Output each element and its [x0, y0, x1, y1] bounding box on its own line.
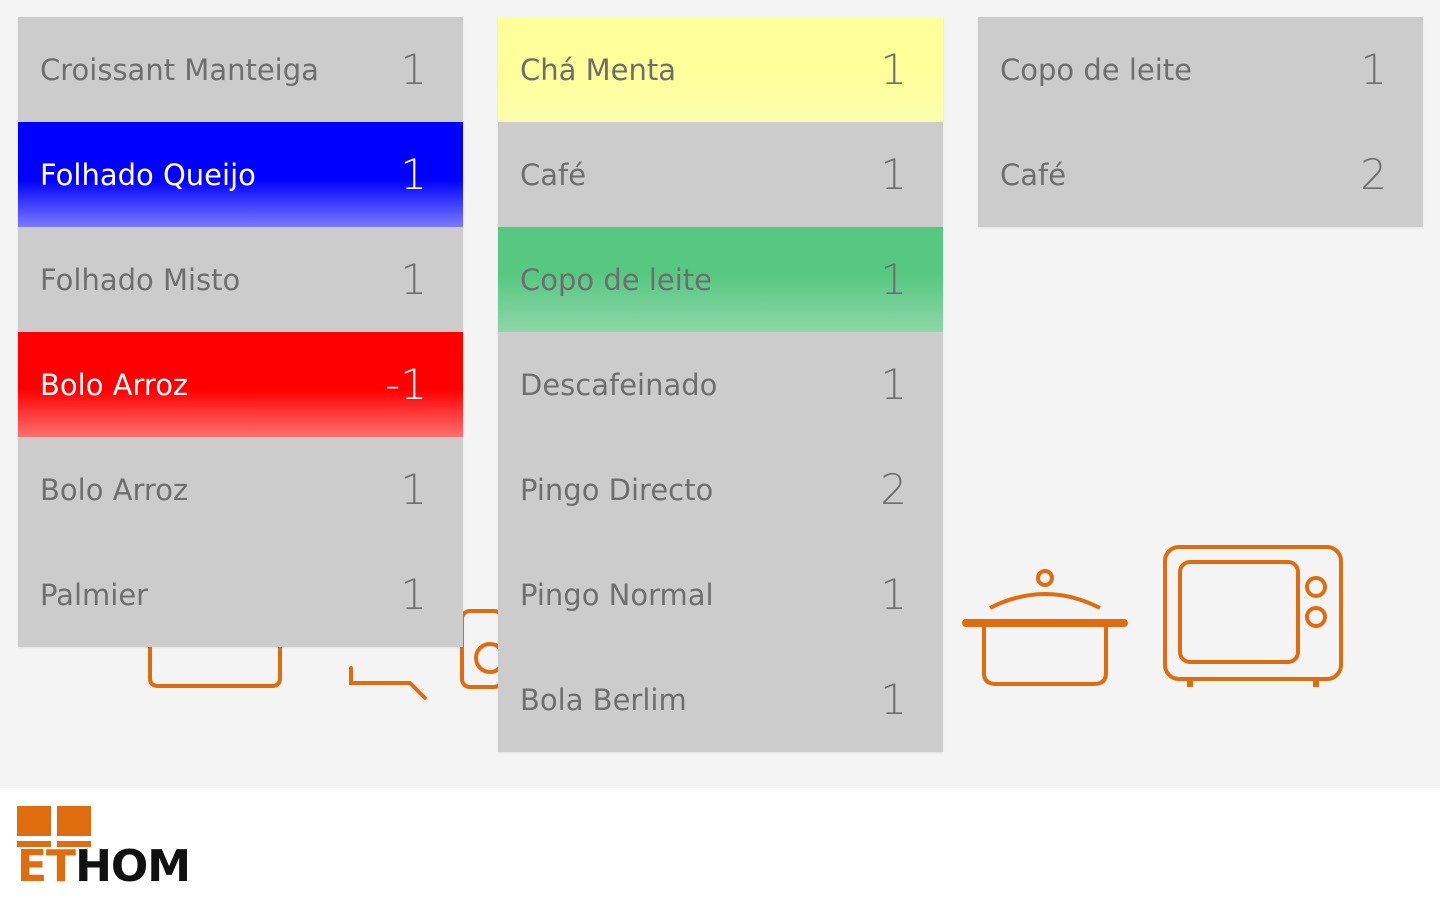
order-column-2: Chá Menta 1 Café 1 Copo de leite 1 Desca…	[498, 17, 943, 752]
item-name: Chá Menta	[520, 52, 677, 87]
order-item[interactable]: Bola Berlim 1	[498, 647, 943, 752]
order-item[interactable]: Croissant Manteiga 1	[18, 17, 463, 122]
item-quantity: 1	[880, 675, 907, 724]
order-item[interactable]: Café 1	[498, 122, 943, 227]
item-quantity: 2	[1360, 150, 1387, 199]
order-item-selected-green[interactable]: Copo de leite 1	[498, 227, 943, 332]
item-name: Folhado Misto	[40, 262, 241, 297]
item-quantity: 1	[400, 255, 427, 304]
order-item[interactable]: Pingo Normal 1	[498, 542, 943, 647]
microwave-icon	[1163, 545, 1343, 687]
order-item[interactable]: Bolo Arroz 1	[18, 437, 463, 542]
item-name: Copo de leite	[520, 262, 712, 297]
logo-text: ETHOM	[17, 845, 191, 889]
item-quantity: -1	[385, 360, 427, 409]
item-name: Bolo Arroz	[40, 472, 189, 507]
item-quantity: 1	[1360, 45, 1387, 94]
order-item[interactable]: Palmier 1	[18, 542, 463, 647]
item-name: Pingo Directo	[520, 472, 714, 507]
baking-tray-icon	[148, 645, 282, 688]
item-name: Palmier	[40, 577, 149, 612]
item-name: Copo de leite	[1000, 52, 1192, 87]
item-name: Café	[1000, 157, 1067, 192]
order-item[interactable]: Pingo Directo 2	[498, 437, 943, 542]
order-item-selected-red[interactable]: Bolo Arroz -1	[18, 332, 463, 437]
item-quantity: 1	[880, 570, 907, 619]
item-name: Bolo Arroz	[40, 367, 189, 402]
item-name: Descafeinado	[520, 367, 718, 402]
item-quantity: 1	[880, 150, 907, 199]
order-column-1: Croissant Manteiga 1 Folhado Queijo 1 Fo…	[18, 17, 463, 647]
order-item[interactable]: Descafeinado 1	[498, 332, 943, 437]
order-item[interactable]: Café 2	[978, 122, 1423, 227]
item-quantity: 1	[400, 45, 427, 94]
pot-icon	[962, 569, 1128, 686]
item-name: Folhado Queijo	[40, 157, 256, 192]
item-quantity: 1	[880, 255, 907, 304]
item-name: Pingo Normal	[520, 577, 714, 612]
item-name: Bola Berlim	[520, 682, 687, 717]
item-name: Croissant Manteiga	[40, 52, 319, 87]
item-name: Café	[520, 157, 587, 192]
order-item[interactable]: Folhado Misto 1	[18, 227, 463, 332]
item-quantity: 1	[880, 360, 907, 409]
item-quantity: 1	[400, 465, 427, 514]
item-quantity: 1	[400, 570, 427, 619]
ethom-logo: ETHOM	[17, 806, 217, 889]
logo-text-dark: HOM	[75, 841, 191, 892]
order-item-selected-blue[interactable]: Folhado Queijo 1	[18, 122, 463, 227]
order-column-3: Copo de leite 1 Café 2	[978, 17, 1423, 227]
order-item-selected-yellow[interactable]: Chá Menta 1	[498, 17, 943, 122]
item-quantity: 1	[880, 45, 907, 94]
item-quantity: 2	[880, 465, 907, 514]
logo-text-accent: ET	[17, 841, 76, 892]
order-item[interactable]: Copo de leite 1	[978, 17, 1423, 122]
item-quantity: 1	[400, 150, 427, 199]
